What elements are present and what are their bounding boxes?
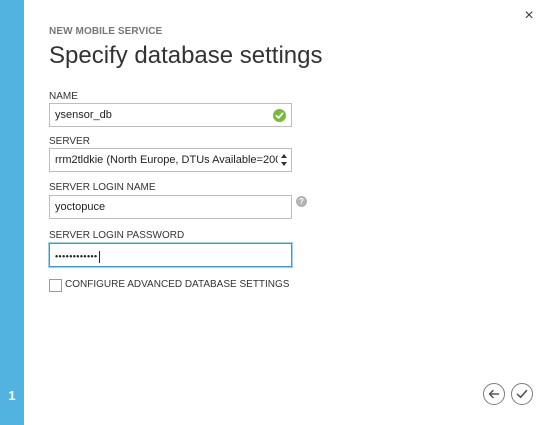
configure-advanced-label[interactable]: CONFIGURE ADVANCED DATABASE SETTINGS	[65, 279, 289, 290]
name-label: NAME	[49, 91, 78, 102]
text-caret	[98, 251, 100, 263]
name-input[interactable]: ysensor_db	[49, 103, 292, 127]
checkmark-icon	[516, 389, 528, 399]
server-selected-value: rrm2tldkie (North Europe, DTUs Available…	[55, 154, 278, 166]
wizard-supertitle: NEW MOBILE SERVICE	[49, 26, 163, 37]
updown-arrows-icon	[281, 154, 287, 166]
close-icon[interactable]: ×	[522, 8, 536, 24]
new-mobile-service-wizard: 1 × NEW MOBILE SERVICE Specify database …	[0, 0, 550, 425]
complete-button[interactable]	[511, 383, 533, 405]
server-login-name-value: yoctopuce	[55, 201, 106, 213]
check-circle-icon	[273, 109, 286, 122]
server-select[interactable]: rrm2tldkie (North Europe, DTUs Available…	[49, 148, 292, 172]
help-icon[interactable]: ?	[296, 196, 307, 207]
arrow-left-icon	[488, 389, 500, 399]
server-login-password-input[interactable]: ••••••••••••	[49, 243, 292, 267]
server-label: SERVER	[49, 136, 90, 147]
password-mask: ••••••••••••	[55, 251, 100, 263]
server-login-password-label: SERVER LOGIN PASSWORD	[49, 230, 185, 241]
step-indicator-bar: 1	[0, 0, 24, 425]
server-login-name-input[interactable]: yoctopuce	[49, 195, 292, 219]
password-dots: ••••••••••••	[55, 251, 98, 262]
name-value: ysensor_db	[55, 109, 112, 121]
configure-advanced-checkbox[interactable]	[49, 279, 62, 292]
back-button[interactable]	[483, 383, 505, 405]
page-title: Specify database settings	[49, 42, 323, 69]
step-number: 1	[8, 388, 16, 403]
server-login-name-label: SERVER LOGIN NAME	[49, 182, 156, 193]
